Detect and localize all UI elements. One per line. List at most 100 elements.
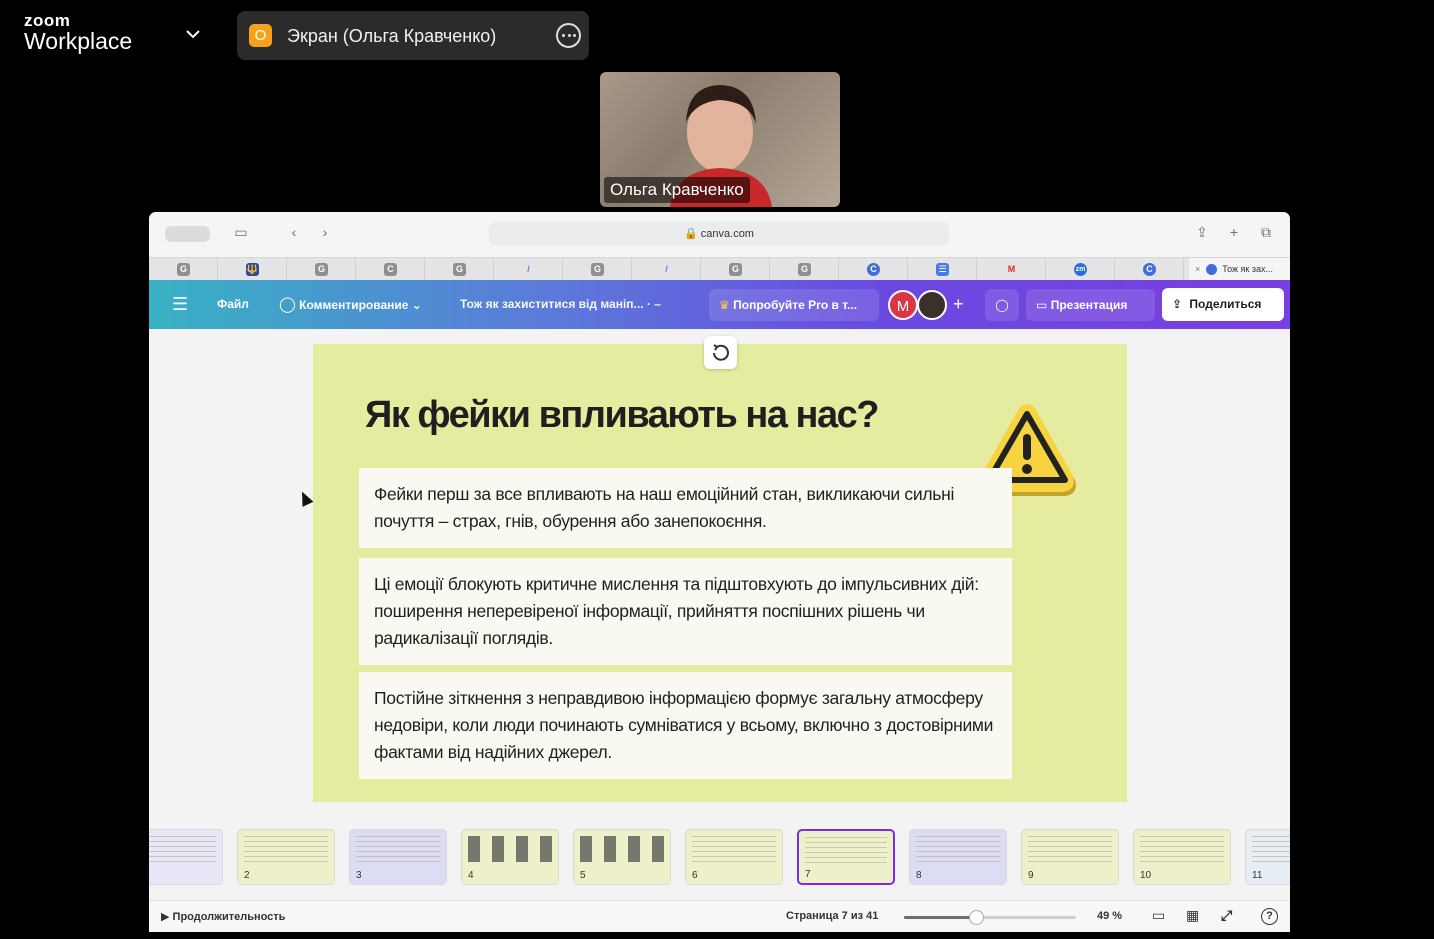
tab-favicon: 🔱 <box>246 263 259 276</box>
active-browser-tab[interactable]: × Тож як зах... <box>1189 258 1290 281</box>
browser-tab[interactable]: C <box>1115 258 1184 281</box>
new-tab-icon[interactable]: + <box>1225 224 1243 244</box>
browser-tab[interactable]: / <box>494 258 563 281</box>
thumbnail-number: 6 <box>692 870 698 881</box>
avatar[interactable] <box>917 290 947 320</box>
tabs-overview-icon[interactable]: ⧉ <box>1257 224 1275 244</box>
document-title[interactable]: Тож як захиститися від маніп... · – <box>460 280 661 329</box>
page-thumbnail[interactable]: 6 <box>685 829 783 885</box>
thumbnail-number: 8 <box>916 870 922 881</box>
zoom-slider-handle[interactable] <box>969 910 985 925</box>
back-icon[interactable]: ‹ <box>286 224 302 244</box>
canva-favicon-icon <box>1205 264 1217 276</box>
zoom-slider-fill <box>904 916 977 919</box>
play-icon: ▶ <box>161 911 170 923</box>
participant-video[interactable]: Ольга Кравченко <box>600 72 840 207</box>
tab-favicon: G <box>177 263 190 276</box>
thumbnail-number: 11 <box>1252 870 1263 881</box>
text-card[interactable]: Фейки перш за все впливають на наш емоці… <box>359 468 1012 548</box>
browser-tab[interactable]: ☰ <box>908 258 977 281</box>
page-indicator: Страница 7 из 41 <box>786 910 879 922</box>
browser-tab[interactable]: G <box>149 258 218 281</box>
browser-tab[interactable]: G <box>287 258 356 281</box>
text-card[interactable]: Постійне зіткнення з неправдивою інформа… <box>359 672 1012 779</box>
tab-favicon: zm <box>1074 263 1087 276</box>
more-options-icon[interactable] <box>556 23 581 48</box>
page-thumbnail[interactable]: 11 <box>1245 829 1290 885</box>
refresh-comments-icon[interactable] <box>704 336 737 369</box>
tab-favicon: C <box>867 263 880 276</box>
try-pro-button[interactable]: ♛ Попробуйте Pro в т... <box>709 289 879 321</box>
shared-screen: ▭ ‹ › 🔒 canva.com ⇪ + ⧉ G 🔱 G C G / G / … <box>149 212 1290 932</box>
browser-tab[interactable]: G <box>425 258 494 281</box>
share-user-badge: О <box>249 24 272 47</box>
crown-icon: ♛ <box>719 298 730 312</box>
browser-tab[interactable]: G <box>563 258 632 281</box>
share-button[interactable]: ⇪ Поделиться <box>1162 288 1284 321</box>
browser-tab[interactable]: zm <box>1046 258 1115 281</box>
upload-icon: ⇪ <box>1172 297 1183 311</box>
tab-favicon: M <box>1007 264 1016 274</box>
chevron-down-icon[interactable] <box>183 24 203 44</box>
help-icon[interactable]: ? <box>1261 908 1278 925</box>
browser-tab[interactable]: C <box>356 258 425 281</box>
editor-footer: ▶ Продолжительность Страница 7 из 41 49 … <box>149 900 1290 932</box>
page-thumbnail[interactable]: 3 <box>349 829 447 885</box>
browser-tab[interactable]: G <box>770 258 839 281</box>
page-thumbnail[interactable]: 9 <box>1021 829 1119 885</box>
screen-share-indicator[interactable]: О Экран (Ольга Кравченко) <box>237 11 589 60</box>
tab-favicon: ☰ <box>936 263 949 276</box>
browser-tab[interactable]: / <box>632 258 701 281</box>
browser-tab[interactable]: G <box>701 258 770 281</box>
sidebar-toggle-icon[interactable] <box>165 226 210 242</box>
sidebar-icon[interactable]: ▭ <box>231 224 251 244</box>
try-pro-label: Попробуйте Pro в т... <box>733 298 858 312</box>
tab-favicon: C <box>384 263 397 276</box>
editor-canvas[interactable]: Як фейки впливають на нас? Фейки перш за… <box>149 329 1290 824</box>
browser-tab[interactable]: M <box>977 258 1046 281</box>
comment-mode-dropdown[interactable]: ◯ Комментирование ⌄ <box>279 280 422 329</box>
page-thumbnail-active[interactable]: 7 <box>797 829 895 885</box>
comments-icon[interactable]: ◯ <box>985 289 1019 321</box>
page-thumbnail[interactable]: 10 <box>1133 829 1231 885</box>
add-collaborator-icon[interactable]: + <box>953 280 964 329</box>
page-thumbnail[interactable] <box>149 829 223 885</box>
page-thumbnails: 2 3 4 5 6 7 8 9 10 11 <box>149 824 1290 900</box>
duration-button[interactable]: ▶ Продолжительность <box>161 910 285 923</box>
share-icon[interactable]: ⇪ <box>1193 224 1211 244</box>
text-card[interactable]: Ці емоції блокують критичне мислення та … <box>359 558 1012 665</box>
page-thumbnail[interactable]: 4 <box>461 829 559 885</box>
present-icon: ▭ <box>1036 298 1048 312</box>
avatar[interactable]: M <box>888 290 918 320</box>
zoom-level[interactable]: 49 % <box>1097 910 1122 922</box>
canva-toolbar: ☰ Файл ◯ Комментирование ⌄ Тож як захист… <box>149 280 1290 329</box>
zoom-slider[interactable] <box>904 910 1076 925</box>
slide[interactable]: Як фейки впливають на нас? Фейки перш за… <box>313 344 1127 802</box>
zoom-brand-small: zoom <box>24 11 71 30</box>
chevron-down-icon: ⌄ <box>411 298 422 312</box>
page-thumbnail[interactable]: 8 <box>909 829 1007 885</box>
browser-tab[interactable]: 🔱 <box>218 258 287 281</box>
present-button[interactable]: ▭ Презентация <box>1026 289 1155 321</box>
page-thumbnail[interactable]: 5 <box>573 829 671 885</box>
fullscreen-icon[interactable]: ⤢ <box>1221 907 1232 924</box>
file-menu[interactable]: Файл <box>217 280 249 329</box>
url-text: canva.com <box>700 228 754 240</box>
slide-title[interactable]: Як фейки впливають на нас? <box>365 394 879 437</box>
thumbnail-number: 10 <box>1140 870 1152 881</box>
share-label: Поделиться <box>1189 297 1262 311</box>
tab-favicon: / <box>665 264 668 274</box>
duration-label: Продолжительность <box>172 911 286 923</box>
address-bar[interactable]: 🔒 canva.com <box>489 222 949 246</box>
grid-view-icon[interactable]: ▦ <box>1186 907 1199 924</box>
browser-tab[interactable]: C <box>839 258 908 281</box>
comment-mode-label: Комментирование <box>299 298 409 312</box>
tab-favicon: G <box>453 263 466 276</box>
menu-icon[interactable]: ☰ <box>172 280 188 329</box>
thumbnail-number: 4 <box>468 870 474 881</box>
page-thumbnail[interactable]: 2 <box>237 829 335 885</box>
thumbnail-number: 2 <box>244 870 250 881</box>
forward-icon[interactable]: › <box>317 224 333 244</box>
close-tab-icon[interactable]: × <box>1195 264 1200 274</box>
notes-view-icon[interactable]: ▭ <box>1152 907 1165 924</box>
